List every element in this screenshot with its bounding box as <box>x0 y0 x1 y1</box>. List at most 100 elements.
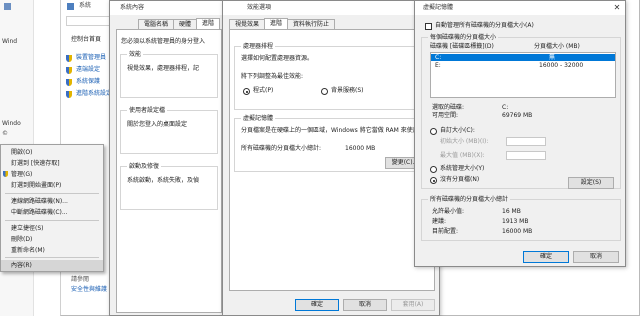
menu-item-pin-quick-access[interactable]: 釘選到 [快速存取] <box>1 158 103 169</box>
menu-separator <box>5 220 99 221</box>
explorer-snippet-3: © <box>2 130 8 137</box>
auto-manage-checkbox[interactable] <box>425 23 432 30</box>
per-drive-group: 每個磁碟機的分頁檔大小 磁碟機 [磁碟區標籤](D) 分頁檔大小 (MB) C:… <box>421 34 621 189</box>
perf-group: 效能 視覺效果，處理器排程，記 <box>120 51 218 98</box>
initial-size-label: 初始大小 (MB)(I): <box>440 138 489 145</box>
menu-item-pin-start[interactable]: 釘選到開始畫面(P) <box>1 180 103 191</box>
nav-security-maintenance[interactable]: 安全性與維護 <box>71 286 107 294</box>
min-label: 允許最小值: <box>432 208 465 215</box>
startup-group-label: 啟動及修復 <box>127 163 162 170</box>
nav-system-protection[interactable]: 系統保護 <box>76 78 100 86</box>
nav-control-panel-home[interactable]: 控制台首頁 <box>71 36 101 44</box>
tab-dep[interactable]: 資料執行防止 <box>287 19 336 29</box>
tab-perf-advanced[interactable]: 進階 <box>264 18 289 29</box>
menu-separator <box>5 193 99 194</box>
drive-row[interactable]: E: 16000 - 32000 <box>431 62 615 69</box>
available-space-value: 69769 MB <box>502 112 533 119</box>
selected-drive-label: 選取的磁碟: <box>432 104 465 111</box>
perfopts-ok-button[interactable]: 確定 <box>295 299 339 311</box>
system-window-icon <box>67 3 74 10</box>
recommended-label: 建議: <box>432 218 447 225</box>
selected-drive-value: C: <box>502 104 509 111</box>
perfopts-cancel-button[interactable]: 取消 <box>343 299 387 311</box>
drive-name: E: <box>435 62 441 69</box>
vm-group: 虛擬記憶體 分頁檔案是在硬碟上的一個區域，Windows 將它當做 RAM 來使… <box>234 115 430 172</box>
vm-desc: 分頁檔案是在硬碟上的一個區域，Windows 將它當做 RAM 來使用。 <box>241 127 425 134</box>
nav-device-manager[interactable]: 裝置管理員 <box>76 54 106 62</box>
sysprops-tabs: 電腦名稱 硬體 進階 <box>138 18 221 29</box>
col-size-header: 分頁檔大小 (MB) <box>534 43 580 50</box>
current-label: 目前配置: <box>432 228 459 235</box>
vm-ok-button[interactable]: 確定 <box>523 251 569 263</box>
menu-item-open[interactable]: 開啟(O) <box>1 147 103 158</box>
system-properties-dialog: 系統內容 電腦名稱 硬體 進階 您必須以系統管理員的身分登入 效能 視覺效果，處… <box>109 0 225 316</box>
explorer-title-icon <box>4 3 11 10</box>
perfopts-titlebar: 效能選項 <box>223 1 439 15</box>
system-managed-label: 系統管理大小(Y) <box>440 165 485 172</box>
profile-group-label: 使用者設定檔 <box>127 107 168 114</box>
vm-total-label: 所有磁碟機的分頁檔大小總計: <box>241 145 322 152</box>
min-value: 16 MB <box>502 208 521 215</box>
drive-list[interactable]: C: 無 E: 16000 - 32000 <box>430 52 616 98</box>
total-group-label: 所有磁碟機的分頁檔大小總計 <box>428 196 511 203</box>
nav-advanced-settings[interactable]: 進階系統設定 <box>76 90 112 98</box>
shield-icon <box>66 55 72 62</box>
profile-group-desc: 關於您登入的桌面設定 <box>127 121 188 128</box>
menu-item-rename[interactable]: 重新命名(M) <box>1 245 103 256</box>
tab-advanced[interactable]: 進階 <box>196 18 221 29</box>
max-size-field[interactable] <box>506 151 546 160</box>
initial-size-field[interactable] <box>506 137 546 146</box>
col-drive-header: 磁碟機 [磁碟區標籤](D) <box>430 43 494 50</box>
menu-item-manage[interactable]: 管理(G) <box>1 169 103 180</box>
menu-item-properties[interactable]: 內容(R) <box>1 260 103 271</box>
perfopts-apply-button[interactable]: 套用(A) <box>391 299 435 311</box>
tab-visual-effects[interactable]: 視覺效果 <box>229 19 266 29</box>
nav-remote-settings[interactable]: 遠端設定 <box>76 66 100 74</box>
vm-group-label: 虛擬記憶體 <box>241 115 276 122</box>
vm-total-value: 16000 MB <box>345 145 376 152</box>
perf-group-label: 效能 <box>127 51 144 58</box>
tab-computer-name[interactable]: 電腦名稱 <box>138 19 175 29</box>
menu-item-create-shortcut[interactable]: 建立捷徑(S) <box>1 223 103 234</box>
system-window-title: 系統 <box>79 2 92 9</box>
system-managed-radio[interactable] <box>430 166 437 173</box>
programs-radio[interactable] <box>243 88 250 95</box>
menu-item-delete[interactable]: 刪除(D) <box>1 234 103 245</box>
custom-size-label: 自訂大小(C): <box>440 127 475 134</box>
close-icon[interactable]: ✕ <box>609 1 625 15</box>
perfopts-title: 效能選項 <box>247 4 272 11</box>
menu-item-disconnect-drive[interactable]: 中斷網路磁碟機(C)... <box>1 207 103 218</box>
no-paging-label: 沒有分頁檔(N) <box>440 176 480 183</box>
perfopts-panel: 處理器排程 選擇如何配置處理器資源。 將下列調整為最佳效能: 程式(P) 背景服… <box>229 29 435 291</box>
vm-title: 虛擬記憶體 <box>423 4 454 11</box>
background-radio[interactable] <box>321 88 328 95</box>
virtual-memory-dialog: 虛擬記憶體 ✕ 自動管理所有磁碟機的分頁檔大小(A) 每個磁碟機的分頁檔大小 磁… <box>414 0 626 267</box>
explorer-snippet-2: Windo <box>2 120 21 127</box>
custom-size-radio[interactable] <box>430 128 437 135</box>
programs-radio-label: 程式(P) <box>253 87 274 94</box>
background-radio-label: 背景服務(S) <box>331 87 364 94</box>
drive-size: 無 <box>549 54 556 61</box>
drive-name: C: <box>435 54 442 61</box>
tab-hardware[interactable]: 硬體 <box>173 19 198 29</box>
shield-icon <box>66 91 72 98</box>
sched-adjust: 將下列調整為最佳效能: <box>241 73 304 80</box>
startup-group: 啟動及修復 系統啟動，系統失敗，及偵 <box>120 163 218 210</box>
perfopts-tabs: 視覺效果 進階 資料執行防止 <box>229 18 336 29</box>
menu-item-map-drive[interactable]: 連線網路磁碟機(N)... <box>1 196 103 207</box>
set-button[interactable]: 設定(S) <box>568 177 614 189</box>
available-space-label: 可用空間: <box>432 112 459 119</box>
sched-group: 處理器排程 選擇如何配置處理器資源。 將下列調整為最佳效能: 程式(P) 背景服… <box>234 43 430 110</box>
shield-icon <box>66 79 72 86</box>
menu-separator <box>5 257 99 258</box>
drive-row-selected[interactable]: C: 無 <box>431 54 615 61</box>
vm-cancel-button[interactable]: 取消 <box>573 251 619 263</box>
shield-icon <box>66 67 72 74</box>
auto-manage-label: 自動管理所有磁碟機的分頁檔大小(A) <box>435 22 534 29</box>
no-paging-radio[interactable] <box>430 177 437 184</box>
current-value: 16000 MB <box>502 228 533 235</box>
performance-options-dialog: 效能選項 視覺效果 進階 資料執行防止 處理器排程 選擇如何配置處理器資源。 將… <box>222 0 440 316</box>
total-group: 所有磁碟機的分頁檔大小總計 允許最小值: 16 MB 建議: 1913 MB 目… <box>421 196 621 241</box>
see-also-heading: 請參閱 <box>71 276 90 283</box>
perf-group-desc: 視覺效果，處理器排程，記 <box>127 65 200 72</box>
